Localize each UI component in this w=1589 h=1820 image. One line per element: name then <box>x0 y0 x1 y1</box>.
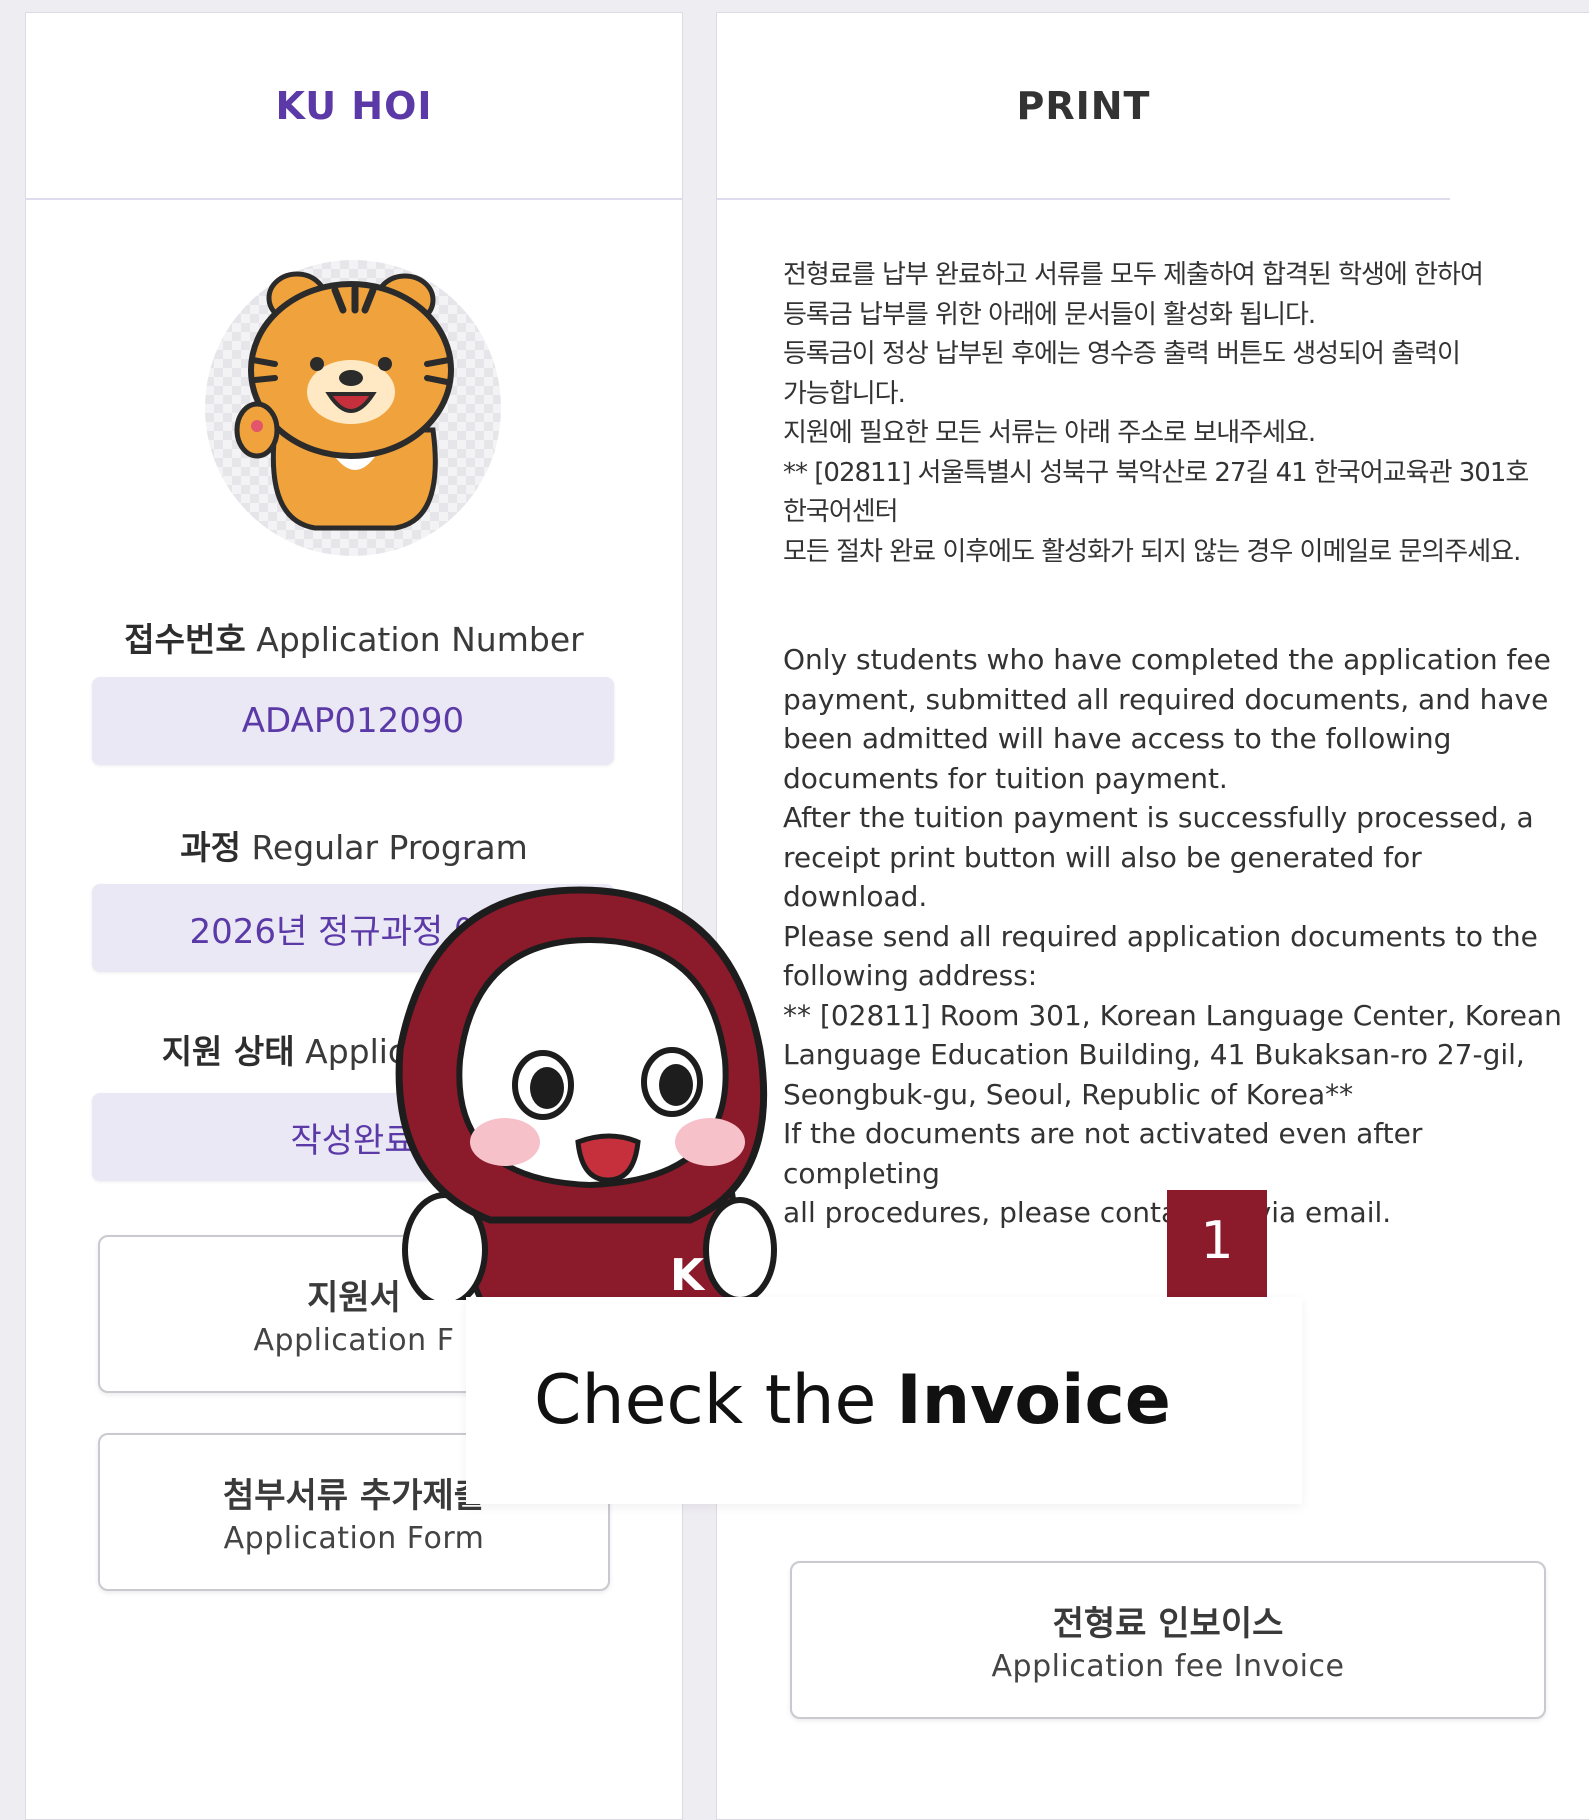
application-fee-invoice-button[interactable]: 전형료 인보이스 Application fee Invoice <box>790 1561 1546 1719</box>
label-en: Regular Program <box>251 828 528 867</box>
label-ko: 지원 상태 <box>161 1032 295 1071</box>
label-ko: 과정 <box>180 828 241 867</box>
notice-line: documents for tuition payment. <box>783 761 1228 795</box>
notice-line: 등록금 납부를 위한 아래에 문서들이 활성화 됩니다. <box>783 299 1316 330</box>
label-ko: 접수번호 <box>124 620 246 659</box>
notice-line: 모든 절차 완료 이후에도 활성화가 되지 않는 경우 이메일로 문의주세요. <box>783 536 1521 567</box>
application-number-label: 접수번호 Application Number <box>26 613 682 661</box>
notice-line: 지원에 필요한 모든 서류는 아래 주소로 보내주세요. <box>783 418 1316 448</box>
notice-line: Language Education Building, 41 Bukaksan… <box>783 1038 1525 1071</box>
notice-line: Seongbuk-gu, Seoul, Republic of Korea** <box>783 1077 1354 1111</box>
notice-line: Please send all required application doc… <box>783 919 1538 953</box>
print-panel-header: PRINT <box>717 13 1450 200</box>
notice-korean: 전형료를 납부 완료하고 서류를 모두 제출하여 합격된 학생에 한하여 등록금… <box>783 256 1563 572</box>
avatar <box>205 260 501 556</box>
notice-line: receipt print button will also be genera… <box>783 840 1422 914</box>
notice-line: After the tuition payment is successfull… <box>783 801 1534 834</box>
mascot-letter: K <box>670 1250 706 1300</box>
step-number-badge: 1 <box>1167 1190 1267 1298</box>
notice-line: been admitted will have access to the fo… <box>783 722 1452 755</box>
button-label-en: Application Form <box>223 1521 485 1556</box>
label-en: Application Number <box>256 620 584 659</box>
notice-english: Only students who have completed the app… <box>783 640 1563 1233</box>
notice-line: If the documents are not activated even … <box>783 1117 1423 1190</box>
button-label-ko: 전형료 인보이스 <box>1052 1604 1284 1644</box>
instruction-highlight: Invoice <box>896 1361 1171 1440</box>
notice-line: ** [02811] 서울특별시 성북구 북악산로 27길 41 한국어교육관 … <box>783 457 1529 488</box>
notice-line: payment, submitted all required document… <box>783 682 1549 716</box>
notice-line: 등록금이 정상 납부된 후에는 영수증 출력 버튼도 생성되어 출력이 <box>783 339 1461 369</box>
button-label-en: Application fee Invoice <box>991 1649 1345 1684</box>
notice-line: 한국어센터 <box>783 497 899 527</box>
button-label-ko: 첨부서류 추가제출 <box>222 1476 486 1516</box>
application-number-value: ADAP012090 <box>92 677 614 765</box>
print-panel: PRINT 전형료를 납부 완료하고 서류를 모두 제출하여 합격된 학생에 한… <box>716 12 1589 1820</box>
instruction-callout: Check the Invoice <box>466 1297 1302 1504</box>
notice-line: 가능합니다. <box>783 378 906 409</box>
program-label: 과정 Regular Program <box>26 821 682 869</box>
panel-title: KU HOI <box>275 83 433 128</box>
profile-panel-header: KU HOI <box>26 13 682 200</box>
notice-line: ** [02811] Room 301, Korean Language Cen… <box>783 998 1562 1032</box>
button-label-ko: 지원서 <box>307 1278 401 1318</box>
button-label-en: Application F <box>253 1323 455 1358</box>
notice-line: 전형료를 납부 완료하고 서류를 모두 제출하여 합격된 학생에 한하여 <box>783 260 1484 290</box>
hooded-mascot-icon: K <box>395 886 777 1300</box>
panel-title: PRINT <box>1016 83 1151 128</box>
tiger-mascot-icon <box>234 271 454 531</box>
instruction-text: Check the <box>534 1361 877 1440</box>
notice-line: following address: <box>783 959 1038 992</box>
notice-line: Only students who have completed the app… <box>783 643 1551 676</box>
